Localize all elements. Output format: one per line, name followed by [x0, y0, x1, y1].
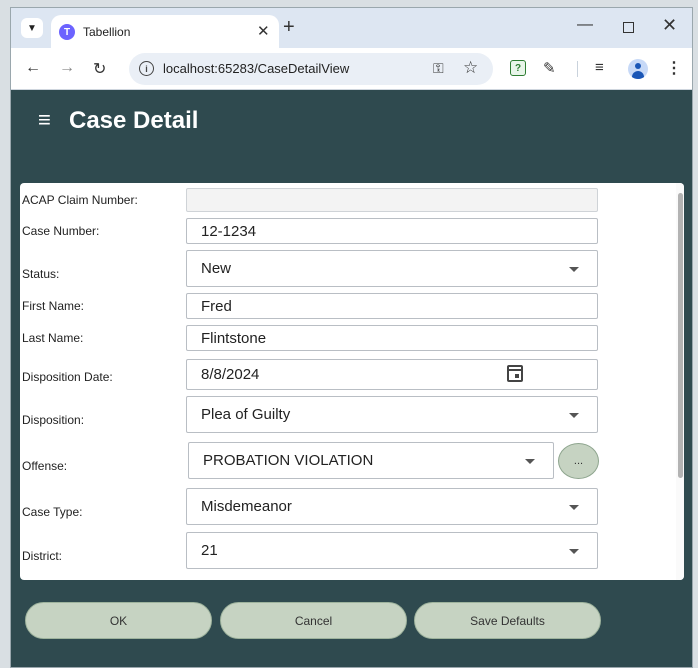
status-row: Status: New	[20, 250, 684, 287]
last-name-row: Last Name: Flintstone	[20, 325, 684, 351]
status-value: New	[201, 260, 232, 277]
disposition-date-value: 8/8/2024	[201, 366, 260, 383]
case-number-field[interactable]: 12-1234	[186, 218, 598, 244]
disposition-value: Plea of Guilty	[201, 406, 291, 423]
district-label: District:	[22, 549, 62, 563]
media-queue-icon[interactable]: ≡	[595, 59, 604, 76]
district-select[interactable]: 21	[186, 532, 598, 569]
disposition-date-row: Disposition Date: 8/8/2024	[20, 359, 684, 390]
offense-row: Offense: PROBATION VIOLATION ...	[20, 442, 684, 479]
acap-claim-label: ACAP Claim Number:	[22, 193, 138, 207]
district-row: District: 21	[20, 532, 684, 569]
case-type-select[interactable]: Misdemeanor	[186, 488, 598, 525]
ok-button[interactable]: OK	[25, 602, 212, 639]
case-type-value: Misdemeanor	[201, 498, 292, 515]
last-name-field[interactable]: Flintstone	[186, 325, 598, 351]
app-favicon-icon: T	[59, 24, 75, 40]
url-text: localhost:65283/CaseDetailView	[163, 61, 350, 76]
site-info-icon[interactable]: i	[139, 61, 154, 76]
first-name-label: First Name:	[22, 299, 85, 313]
chevron-down-icon	[525, 458, 535, 464]
browser-tab[interactable]: T Tabellion ✕	[51, 15, 279, 48]
chevron-down-icon	[569, 266, 579, 272]
browser-toolbar: ← → ↻ i localhost:65283/CaseDetailView ⚿…	[11, 48, 692, 90]
cancel-button[interactable]: Cancel	[220, 602, 407, 639]
page-title: Case Detail	[69, 107, 199, 134]
case-number-label: Case Number:	[22, 224, 100, 238]
disposition-row: Disposition: Plea of Guilty	[20, 396, 684, 433]
disposition-date-field[interactable]: 8/8/2024	[186, 359, 598, 390]
offense-select[interactable]: PROBATION VIOLATION	[188, 442, 554, 479]
acap-claim-field[interactable]	[186, 188, 598, 212]
scrollbar-thumb[interactable]	[678, 193, 683, 478]
address-bar[interactable]: i localhost:65283/CaseDetailView ⚿ ☆	[129, 53, 493, 85]
case-detail-form: ACAP Claim Number: Case Number: 12-1234 …	[20, 183, 684, 580]
chevron-down-icon	[569, 548, 579, 554]
forward-icon[interactable]: →	[59, 59, 75, 77]
last-name-label: Last Name:	[22, 331, 84, 345]
case-type-label: Case Type:	[22, 505, 83, 519]
status-select[interactable]: New	[186, 250, 598, 287]
window-close-icon[interactable]: ✕	[662, 15, 677, 36]
minimize-icon[interactable]: —	[577, 16, 593, 34]
profile-avatar-icon[interactable]	[628, 59, 648, 79]
new-tab-icon[interactable]: +	[283, 16, 295, 39]
case-type-row: Case Type: Misdemeanor	[20, 488, 684, 525]
hamburger-menu-icon[interactable]: ≡	[38, 107, 51, 133]
offense-label: Offense:	[22, 459, 68, 473]
disposition-date-label: Disposition Date:	[22, 370, 113, 384]
browser-window: ▼ T Tabellion ✕ + — ✕ ← → ↻ i localhost:…	[10, 7, 693, 668]
first-name-field[interactable]: Fred	[186, 293, 598, 319]
extensions-puzzle-icon[interactable]: ✎	[543, 59, 556, 77]
first-name-row: First Name: Fred	[20, 293, 684, 319]
chevron-down-icon	[569, 504, 579, 510]
toolbar-divider	[577, 61, 578, 77]
district-value: 21	[201, 542, 218, 559]
extension-icon[interactable]: ?	[510, 60, 526, 76]
chevron-down-icon	[569, 412, 579, 418]
browser-menu-icon[interactable]: ⋮	[666, 58, 682, 78]
acap-claim-row: ACAP Claim Number:	[20, 188, 684, 212]
case-number-row: Case Number: 12-1234	[20, 218, 684, 244]
tab-title: Tabellion	[83, 25, 131, 39]
calendar-icon[interactable]	[507, 365, 523, 382]
disposition-select[interactable]: Plea of Guilty	[186, 396, 598, 433]
app-header: ≡ Case Detail	[11, 90, 692, 186]
password-key-icon[interactable]: ⚿	[433, 60, 444, 77]
reload-icon[interactable]: ↻	[93, 59, 106, 79]
back-icon[interactable]: ←	[25, 59, 41, 77]
status-label: Status:	[22, 267, 60, 281]
offense-lookup-button[interactable]: ...	[558, 443, 599, 479]
offense-value: PROBATION VIOLATION	[203, 452, 374, 469]
tab-search-chevron-icon[interactable]: ▼	[21, 18, 43, 38]
form-scrollbar[interactable]	[676, 183, 684, 580]
maximize-icon[interactable]	[623, 22, 634, 33]
tab-close-icon[interactable]: ✕	[257, 22, 270, 40]
bookmark-star-icon[interactable]: ☆	[463, 58, 478, 78]
save-defaults-button[interactable]: Save Defaults	[414, 602, 601, 639]
tab-strip: ▼ T Tabellion ✕ + — ✕	[11, 8, 692, 48]
disposition-label: Disposition:	[22, 413, 85, 427]
